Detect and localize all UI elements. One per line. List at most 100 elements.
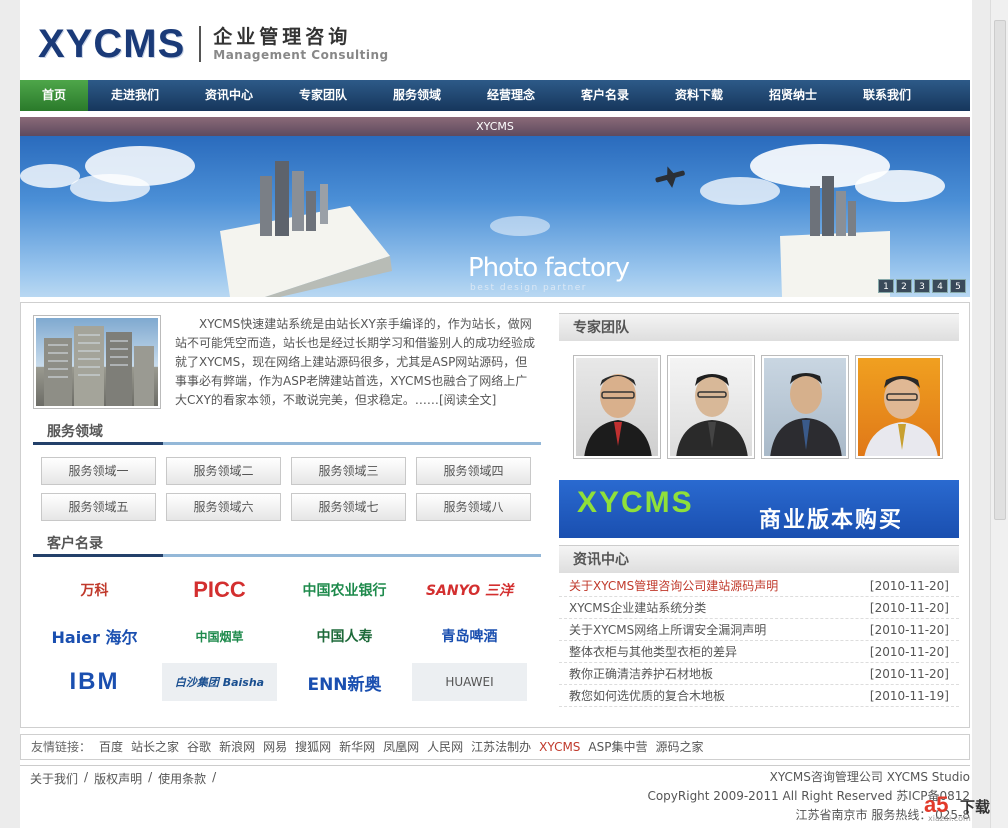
nav-jobs[interactable]: 招贤纳士 — [746, 80, 840, 111]
footer-sep: / — [148, 770, 153, 784]
client-logo-vanke[interactable]: 万科 — [37, 571, 152, 609]
promo-caption: 商业版本购买 — [759, 508, 904, 533]
expert-photo-3[interactable] — [761, 355, 849, 459]
nav-philosophy[interactable]: 经营理念 — [464, 80, 558, 111]
friend-link[interactable]: 新华网 — [339, 735, 375, 759]
service-5-button[interactable]: 服务领域五 — [41, 493, 156, 521]
nav-about[interactable]: 走进我们 — [88, 80, 182, 111]
service-2-button[interactable]: 服务领域二 — [166, 457, 281, 485]
client-logo-haier[interactable]: Haier 海尔 — [37, 617, 152, 655]
news-item[interactable]: 教您如何选优质的复合木地板 [2010-11-19] — [559, 685, 959, 707]
page-scrollbar[interactable] — [990, 0, 1008, 828]
footer-company: XYCMS咨询管理公司 XYCMS Studio — [769, 770, 970, 784]
banner-pager: 1 2 3 4 5 — [878, 279, 966, 293]
site-logo[interactable]: XYCMS 企业管理咨询 Management Consulting — [38, 22, 389, 66]
services-grid: 服务领域一 服务领域二 服务领域三 服务领域四 服务领域五 服务领域六 服务领域… — [41, 457, 541, 521]
banner-page-4[interactable]: 4 — [932, 279, 948, 293]
service-6-button[interactable]: 服务领域六 — [166, 493, 281, 521]
friend-link[interactable]: 新浪网 — [219, 735, 255, 759]
friend-link[interactable]: 百度 — [99, 735, 123, 759]
nav-downloads[interactable]: 资料下载 — [652, 80, 746, 111]
logo-cn: 企业管理咨询 — [213, 26, 352, 48]
expert-photo-4[interactable] — [855, 355, 943, 459]
services-heading: 服务领域 — [33, 423, 541, 445]
footer-sep: / — [212, 770, 217, 784]
nav-experts[interactable]: 专家团队 — [276, 80, 370, 111]
friend-link[interactable]: 人民网 — [427, 735, 463, 759]
page: XYCMS 企业管理咨询 Management Consulting 首页 走进… — [20, 0, 972, 828]
friend-link[interactable]: 凤凰网 — [383, 735, 419, 759]
expert-photo-1[interactable] — [573, 355, 661, 459]
service-1-button[interactable]: 服务领域一 — [41, 457, 156, 485]
news-panel: 资讯中心 — [559, 545, 959, 573]
nav-news[interactable]: 资讯中心 — [182, 80, 276, 111]
main-nav: 首页 走进我们 资讯中心 专家团队 服务领域 经营理念 客户名录 资料下载 招贤… — [20, 80, 970, 111]
commercial-promo-banner[interactable]: XYCMS 商业版本购买 — [559, 480, 959, 538]
banner-page-5[interactable]: 5 — [950, 279, 966, 293]
nav-contact[interactable]: 联系我们 — [840, 80, 934, 111]
client-logo-picc[interactable]: PICC — [162, 571, 277, 609]
news-item[interactable]: 关于XYCMS管理咨询公司建站源码声明 [2010-11-20] — [559, 575, 959, 597]
banner-subtitle: best design partner — [470, 283, 587, 293]
friend-link[interactable]: 江苏法制办 — [471, 735, 531, 759]
footer-links: 关于我们 / 版权声明 / 使用条款 / — [30, 770, 216, 787]
client-logo-abc[interactable]: 中国农业银行 — [287, 571, 402, 609]
expert-photo-2[interactable] — [667, 355, 755, 459]
friend-link[interactable]: ASP集中营 — [588, 735, 647, 759]
friend-links: 友情链接： 百度 站长之家 谷歌 新浪网 网易 搜狐网 新华网 凤凰网 人民网 … — [20, 734, 970, 760]
experts-heading: 专家团队 — [559, 313, 959, 341]
service-4-button[interactable]: 服务领域四 — [416, 457, 531, 485]
news-item[interactable]: XYCMS企业建站系统分类 [2010-11-20] — [559, 597, 959, 619]
nav-clients[interactable]: 客户名录 — [558, 80, 652, 111]
client-logo-tsingtao[interactable]: 青岛啤酒 — [412, 617, 527, 655]
banner-page-2[interactable]: 2 — [896, 279, 912, 293]
banner-slideshow[interactable]: XYCMS Photo factory best design partner … — [20, 117, 970, 297]
friend-links-label: 友情链接： — [31, 740, 92, 754]
friend-link[interactable]: 搜狐网 — [295, 735, 331, 759]
friend-link[interactable]: 谷歌 — [187, 735, 211, 759]
watermark-logo: a5 下载 xiazai.com — [924, 792, 991, 823]
news-heading: 资讯中心 — [559, 545, 959, 573]
scrollbar-thumb[interactable] — [994, 20, 1006, 520]
banner-page-3[interactable]: 3 — [914, 279, 930, 293]
intro-photo — [33, 315, 161, 409]
experts-panel: 专家团队 — [559, 313, 959, 341]
footer-sep: / — [84, 770, 89, 784]
client-logo-chinalife[interactable]: 中国人寿 — [287, 617, 402, 655]
logo-tagline: 企业管理咨询 Management Consulting — [213, 26, 388, 62]
service-3-button[interactable]: 服务领域三 — [291, 457, 406, 485]
friend-link[interactable]: 源码之家 — [656, 735, 704, 759]
client-logo-tobacco[interactable]: 中国烟草 — [162, 617, 277, 655]
footer-copyright-link[interactable]: 版权声明 — [94, 770, 142, 787]
service-8-button[interactable]: 服务领域八 — [416, 493, 531, 521]
client-logo-enn[interactable]: ENN新奥 — [287, 663, 402, 701]
client-logo-huawei[interactable]: HUAWEI — [412, 663, 527, 701]
client-logo-baisha[interactable]: 白沙集团 Baisha — [162, 663, 277, 701]
clients-grid: 万科 PICC 中国农业银行 SANYO 三洋 Haier 海尔 中国烟草 中国… — [37, 571, 537, 701]
footer-about-link[interactable]: 关于我们 — [30, 770, 78, 787]
client-logo-sanyo[interactable]: SANYO 三洋 — [412, 571, 527, 609]
footer-divider — [20, 765, 970, 766]
friend-link[interactable]: XYCMS — [539, 735, 580, 759]
client-logo-ibm[interactable]: IBM — [37, 663, 152, 701]
friend-link[interactable]: 网易 — [263, 735, 287, 759]
nav-home[interactable]: 首页 — [20, 80, 88, 111]
main-content: XYCMS快速建站系统是由站长XY亲手编译的，作为站长，做网站不可能凭空而造，站… — [20, 302, 970, 728]
banner-title: Photo factory — [468, 253, 630, 283]
news-item[interactable]: 关于XYCMS网络上所谓安全漏洞声明 [2010-11-20] — [559, 619, 959, 641]
experts-gallery — [559, 351, 959, 475]
logo-divider — [199, 26, 202, 62]
news-item[interactable]: 整体衣柜与其他类型衣柜的差异 [2010-11-20] — [559, 641, 959, 663]
read-more-link[interactable]: [阅读全文] — [439, 393, 496, 407]
banner-caption: XYCMS — [20, 117, 970, 136]
promo-wordmark: XYCMS — [577, 486, 694, 519]
news-item[interactable]: 教你正确清洁养护石材地板 [2010-11-20] — [559, 663, 959, 685]
friend-link[interactable]: 站长之家 — [131, 735, 179, 759]
footer-terms-link[interactable]: 使用条款 — [158, 770, 206, 787]
logo-en: Management Consulting — [213, 48, 389, 62]
logo-wordmark: XYCMS — [38, 22, 186, 66]
banner-page-1[interactable]: 1 — [878, 279, 894, 293]
clients-heading: 客户名录 — [33, 535, 541, 557]
nav-services[interactable]: 服务领域 — [370, 80, 464, 111]
service-7-button[interactable]: 服务领域七 — [291, 493, 406, 521]
